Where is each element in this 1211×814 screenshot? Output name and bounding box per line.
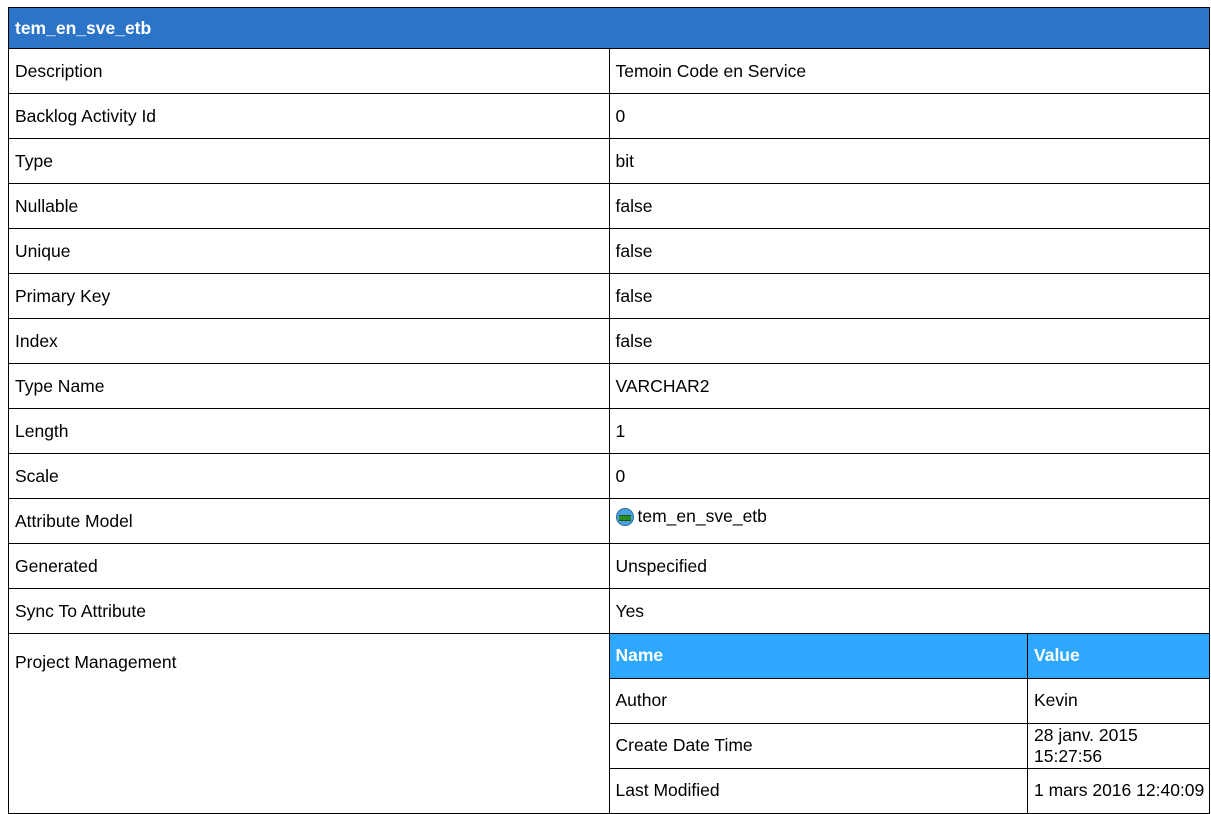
row-value: 0 (608, 93, 1210, 139)
subtable-row: Last Modified 1 mars 2016 12:40:09 (609, 767, 1209, 813)
row-value: Yes (608, 588, 1210, 634)
table-row: Length 1 (8, 408, 1210, 454)
row-key: Type (8, 138, 610, 184)
row-key: Primary Key (8, 273, 610, 319)
subtable-header-row: Name Value (609, 634, 1209, 679)
table-title: tem_en_sve_etb (8, 7, 1210, 49)
row-value: Temoin Code en Service (608, 48, 1210, 94)
row-key: Nullable (8, 183, 610, 229)
row-key: Backlog Activity Id (8, 93, 610, 139)
pm-value: 28 janv. 2015 15:27:56 (1027, 722, 1209, 769)
table-row: Primary Key false (8, 273, 1210, 319)
table-row: Nullable false (8, 183, 1210, 229)
pm-name: Last Modified (609, 767, 1028, 813)
table-row: Generated Unspecified (8, 543, 1210, 589)
row-key: Project Management (8, 633, 610, 814)
row-value: false (608, 228, 1210, 274)
pm-name: Create Date Time (609, 722, 1028, 769)
row-value: 1 (608, 408, 1210, 454)
table-row-attribute-model: Attribute Model tem_en_sve_etb (8, 498, 1210, 544)
subtable-row: Create Date Time 28 janv. 2015 15:27:56 (609, 722, 1209, 769)
row-key: Index (8, 318, 610, 364)
row-key: Length (8, 408, 610, 454)
column-header-name: Name (609, 634, 1028, 679)
row-key: Description (8, 48, 610, 94)
pm-value: 1 mars 2016 12:40:09 (1027, 767, 1209, 813)
row-value: false (608, 183, 1210, 229)
table-row: Sync To Attribute Yes (8, 588, 1210, 634)
row-value: false (608, 273, 1210, 319)
attribute-icon (615, 508, 634, 527)
row-key: Scale (8, 453, 610, 499)
properties-panel: tem_en_sve_etb Description Temoin Code e… (8, 7, 1210, 814)
row-value: Unspecified (608, 543, 1210, 589)
attribute-model-link[interactable]: tem_en_sve_etb (608, 498, 1210, 544)
table-row: Index false (8, 318, 1210, 364)
subtable-row: Author Kevin (609, 677, 1209, 724)
row-value: false (608, 318, 1210, 364)
properties-table: tem_en_sve_etb Description Temoin Code e… (8, 7, 1210, 814)
row-key: Attribute Model (8, 498, 610, 544)
row-key: Sync To Attribute (8, 588, 610, 634)
table-row: Description Temoin Code en Service (8, 48, 1210, 94)
row-value: 0 (608, 453, 1210, 499)
row-value: VARCHAR2 (608, 363, 1210, 409)
pm-name: Author (609, 677, 1028, 724)
project-management-table: Name Value Author Kevin Create Date Time… (609, 634, 1209, 813)
table-row: Scale 0 (8, 453, 1210, 499)
table-row-project-management: Project Management Name Value Author Kev… (8, 633, 1210, 814)
table-row: Unique false (8, 228, 1210, 274)
project-management-cell: Name Value Author Kevin Create Date Time… (608, 633, 1210, 814)
table-row: Backlog Activity Id 0 (8, 93, 1210, 139)
table-row: Type bit (8, 138, 1210, 184)
row-key: Unique (8, 228, 610, 274)
attribute-model-value[interactable]: tem_en_sve_etb (638, 506, 767, 526)
row-value: bit (608, 138, 1210, 184)
pm-value: Kevin (1027, 677, 1209, 724)
column-header-value: Value (1027, 634, 1209, 679)
row-key: Type Name (8, 363, 610, 409)
row-key: Generated (8, 543, 610, 589)
table-row: Type Name VARCHAR2 (8, 363, 1210, 409)
